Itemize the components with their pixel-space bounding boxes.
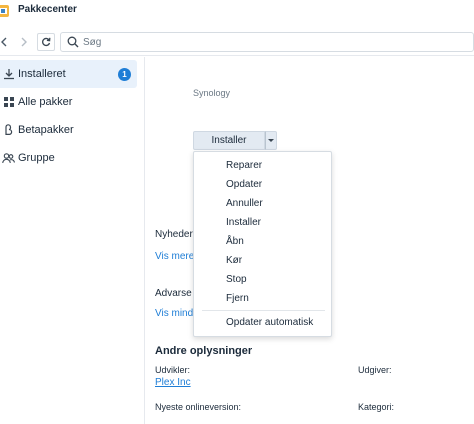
menu-item-repair[interactable]: Reparer [226,160,262,171]
refresh-button[interactable] [37,33,55,51]
group-icon [2,152,15,165]
count-badge: 1 [118,67,131,81]
category-label: Kategori: [358,402,395,412]
sidebar: Installeret 1 Alle pakker Betapakker Gru… [0,57,145,424]
toolbar [0,30,474,56]
sidebar-item-label: Installeret [18,68,66,80]
sidebar-item-label: Gruppe [18,152,55,164]
app-title: Pakkecenter [18,4,77,15]
package-center-logo-icon [0,5,9,17]
warnings-heading: Advarse [155,288,192,299]
search-input[interactable] [83,35,463,49]
sidebar-item-installed[interactable]: Installeret 1 [0,60,137,88]
beta-icon [2,124,15,137]
menu-item-open[interactable]: Åbn [226,236,244,247]
sidebar-item-group[interactable]: Gruppe [0,144,137,172]
download-icon [2,68,15,81]
install-menu-toggle[interactable] [265,131,277,150]
sidebar-item-label: Betapakker [18,124,74,136]
refresh-icon [42,37,51,47]
news-heading: Nyheder [155,229,193,240]
search-icon [67,36,79,48]
menu-item-install[interactable]: Installer [226,217,261,228]
sidebar-item-beta-packages[interactable]: Betapakker [0,116,137,144]
menu-item-cancel[interactable]: Annuller [226,198,263,209]
news-show-more-link[interactable]: Vis mere [155,251,194,262]
menu-item-update[interactable]: Opdater [226,179,262,190]
menu-item-stop[interactable]: Stop [226,274,247,285]
grid-icon [2,96,15,109]
caret-down-icon [268,139,274,142]
menu-item-auto-update[interactable]: Opdater automatisk [226,317,313,328]
forward-button[interactable] [15,33,33,51]
latest-version-label: Nyeste onlineversion: [155,402,242,412]
install-button[interactable]: Installer [193,131,265,150]
sidebar-item-label: Alle pakker [18,96,73,108]
install-split-button: Installer [193,131,277,150]
title-bar: Pakkecenter [0,0,474,28]
developer-link[interactable]: Plex Inc [155,377,191,388]
chevron-right-icon [21,37,27,47]
menu-item-remove[interactable]: Fjern [226,293,249,304]
menu-separator [202,310,325,311]
search-box[interactable] [60,32,474,52]
menu-item-run[interactable]: Kør [226,255,242,266]
install-dropdown-menu: Reparer Opdater Annuller Installer Åbn K… [193,151,332,337]
other-info-heading: Andre oplysninger [155,345,253,357]
vendor-name: Synology [193,88,231,98]
publisher-label: Udgiver: [358,365,392,375]
back-button[interactable] [0,33,13,51]
warnings-show-more-link[interactable]: Vis mind [155,308,193,319]
chevron-left-icon [1,37,7,47]
developer-label: Udvikler: [155,365,191,375]
sidebar-item-all-packages[interactable]: Alle pakker [0,88,137,116]
